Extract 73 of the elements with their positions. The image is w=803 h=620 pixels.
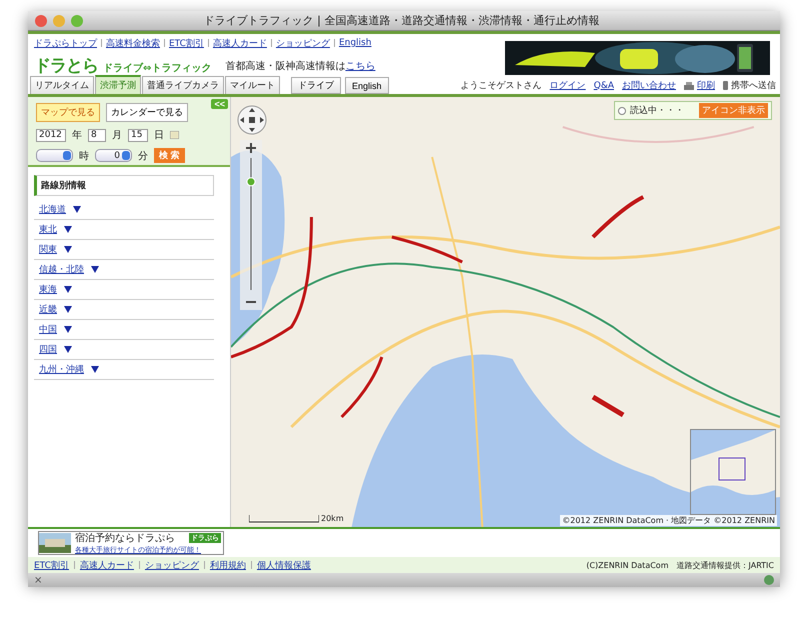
footer-link[interactable]: 個人情報保護 — [256, 558, 311, 572]
minute-select[interactable]: 0 — [95, 149, 132, 162]
clock-icon — [618, 106, 626, 114]
region-link[interactable]: 北海道 — [39, 203, 66, 216]
tab[interactable]: 渋滞予測 — [95, 75, 141, 94]
top-link[interactable]: 高速料金検索 — [106, 36, 160, 50]
zoom-thumb[interactable] — [246, 177, 256, 186]
region-link[interactable]: 四国 — [39, 343, 57, 356]
region-link[interactable]: 信越・北陸 — [39, 263, 84, 276]
minute-label: 分 — [138, 150, 148, 162]
header-link[interactable]: お問い合わせ — [622, 79, 676, 92]
hour-select[interactable] — [36, 149, 73, 162]
view-button[interactable]: カレンダーで見る — [106, 103, 188, 122]
mode-button[interactable]: ドライブ — [291, 77, 341, 94]
print-link[interactable]: 印刷 — [697, 79, 715, 92]
dropdown-triangle-icon[interactable] — [73, 206, 81, 213]
dropdown-triangle-icon[interactable] — [64, 306, 72, 313]
region-link[interactable]: 東海 — [39, 283, 57, 296]
tab[interactable]: マイルート — [225, 76, 280, 94]
tab[interactable]: 普通ライブカメラ — [142, 76, 224, 94]
month-label: 月 — [112, 129, 122, 142]
top-link[interactable]: ドラぷらトップ — [34, 36, 97, 50]
month-field[interactable]: 8 — [88, 128, 106, 142]
dropdown-triangle-icon[interactable] — [91, 266, 99, 273]
notice-link[interactable]: こちら — [345, 60, 376, 72]
footer-link[interactable]: ショッピング — [144, 558, 199, 572]
top-link[interactable]: ETC割引 — [169, 36, 204, 50]
greeting-text: ようこそゲストさん — [460, 80, 542, 92]
top-link[interactable]: English — [338, 38, 372, 48]
loading-text: 読込中・・・ — [630, 104, 685, 117]
zoom-slider[interactable] — [240, 140, 262, 310]
section-heading: 路線別情報 — [34, 175, 214, 196]
mode-button[interactable]: English — [345, 77, 389, 94]
header-link[interactable]: Q&A — [594, 80, 614, 90]
top-link[interactable]: 高速人カード — [212, 36, 267, 50]
dropdown-triangle-icon[interactable] — [64, 346, 72, 353]
map-copyright: ©2012 ZENRIN DataCom · 地図データ ©2012 ZENRIN — [560, 515, 777, 526]
day-field[interactable]: 15 — [128, 128, 148, 142]
notice-text: 首都高速・阪神高速情報はこちら — [225, 60, 376, 72]
year-field[interactable]: 2012 — [36, 128, 66, 142]
hour-label: 時 — [79, 150, 89, 162]
dropdown-triangle-icon[interactable] — [64, 226, 72, 233]
region-link[interactable]: 関東 — [39, 243, 57, 256]
window-title: ドライブトラフィック | 全国高速道路・道路交通情報・渋滞情報・通行止め情報 — [202, 13, 600, 28]
region-link[interactable]: 近畿 — [39, 303, 57, 316]
dropdown-triangle-icon[interactable] — [64, 326, 72, 333]
footer-link[interactable]: 利用規約 — [210, 558, 246, 572]
region-link[interactable]: 九州・沖縄 — [39, 363, 84, 376]
footer-link[interactable]: 高速人カード — [80, 558, 134, 572]
site-logo[interactable]: ドラとら — [34, 54, 98, 77]
send-to-mobile-link[interactable]: 携帯へ送信 — [731, 79, 776, 92]
footer-link[interactable]: ETC割引 — [34, 558, 69, 572]
dropdown-triangle-icon[interactable] — [91, 366, 99, 373]
scale-label: 20km — [321, 514, 344, 523]
day-label: 日 — [154, 129, 164, 142]
pan-control[interactable] — [237, 103, 267, 137]
tab[interactable]: リアルタイム — [30, 76, 94, 94]
year-label: 年 — [72, 129, 82, 142]
region-link[interactable]: 中国 — [39, 323, 57, 336]
printer-icon[interactable] — [684, 82, 694, 90]
status-icon — [764, 575, 774, 585]
dropdown-triangle-icon[interactable] — [64, 246, 72, 253]
scale-bar — [249, 515, 319, 523]
close-button[interactable]: × — [34, 574, 42, 586]
region-link[interactable]: 東北 — [39, 223, 57, 236]
site-subtitle: ドライブ⇔トラフィック — [103, 62, 212, 75]
header-link[interactable]: ログイン — [550, 79, 586, 92]
view-button[interactable]: マップで見る — [36, 103, 100, 122]
dropdown-triangle-icon[interactable] — [64, 286, 72, 293]
credits-text: (C)ZENRIN DataCom 道路交通情報提供：JARTIC — [586, 560, 774, 570]
ad-title[interactable]: 宿泊予約ならドラぷら — [75, 531, 175, 545]
top-link[interactable]: ショッピング — [276, 36, 330, 50]
close-window-icon[interactable] — [35, 14, 47, 26]
